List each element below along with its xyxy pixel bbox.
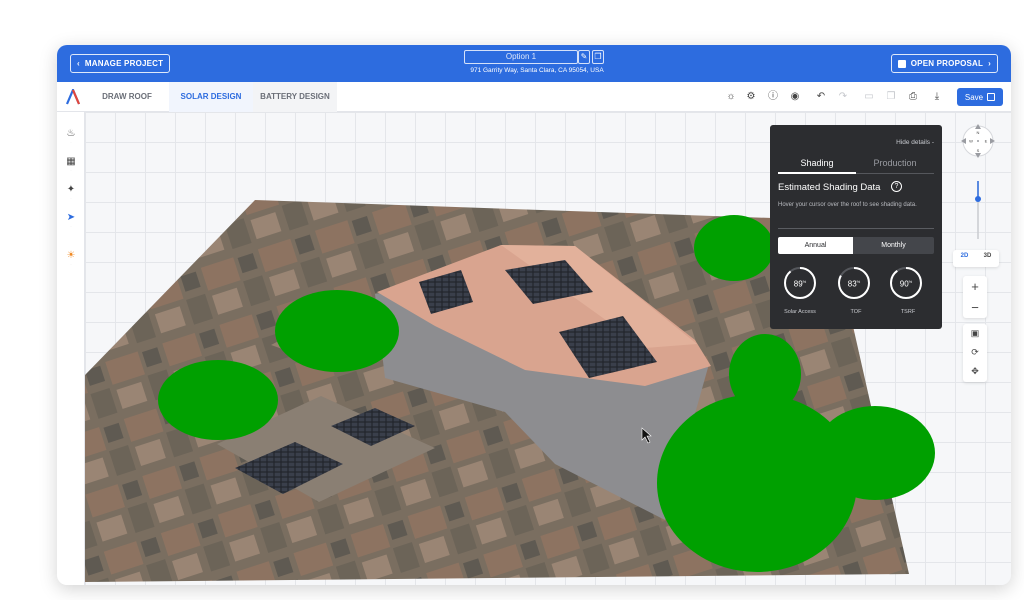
compass-n: N — [977, 130, 980, 135]
zoom-controls: + − — [963, 276, 987, 318]
delete-icon[interactable]: ▭ — [861, 89, 877, 105]
tree-obstruction[interactable] — [694, 215, 774, 281]
tilt-slider[interactable] — [969, 179, 987, 241]
sidebar-sublabel: · — [70, 196, 72, 200]
redo-icon[interactable]: ↷ — [835, 89, 851, 105]
sidebar-item-layout[interactable]: ▦ · — [57, 156, 85, 172]
zoom-out-icon[interactable]: − — [963, 297, 987, 318]
divider — [778, 228, 934, 229]
chevron-left-icon: ‹ — [77, 59, 80, 68]
compass-w: W — [969, 139, 973, 144]
top-bar: ‹ MANAGE PROJECT Option 1 ✎ ❐ 971 Garrit… — [57, 45, 1011, 82]
app-window: ‹ MANAGE PROJECT Option 1 ✎ ❐ 971 Garrit… — [57, 45, 1011, 585]
slider-handle[interactable] — [975, 196, 981, 202]
save-label: Save — [964, 92, 984, 102]
duplicate-icon[interactable]: ❐ — [883, 89, 899, 105]
view-3d-button[interactable]: 3D — [976, 250, 999, 267]
gauge-number: 90 — [899, 279, 909, 289]
gauge-unit: % — [908, 279, 913, 284]
tab-production[interactable]: Production — [856, 158, 934, 168]
app-logo — [65, 89, 81, 105]
cursor-icon: ➤ — [66, 212, 76, 223]
shading-panel: Hide details - Shading Production Estima… — [770, 125, 942, 329]
gauge-number: 89 — [793, 279, 803, 289]
settings-icon[interactable]: ⚙ — [743, 89, 759, 105]
copy-icon[interactable]: ❐ — [592, 50, 604, 64]
proposal-icon — [897, 59, 906, 68]
tab-solar-design[interactable]: SOLAR DESIGN — [169, 82, 253, 112]
active-tab-indicator — [778, 172, 856, 174]
shading-gauge: 83% — [837, 266, 871, 300]
zoom-in-icon[interactable]: + — [963, 276, 987, 297]
compass-widget[interactable]: N S W E — [960, 123, 996, 159]
tab-draw-roof[interactable]: DRAW ROOF — [85, 82, 169, 112]
sidebar-sublabel: · — [70, 140, 72, 144]
grid-icon: ▦ — [66, 156, 76, 167]
eye-icon[interactable]: ◉ — [787, 89, 803, 105]
open-proposal-label: OPEN PROPOSAL — [910, 59, 984, 68]
gauge-value: 90% — [889, 279, 923, 289]
monthly-toggle[interactable]: Monthly — [853, 237, 934, 254]
gauge-unit: % — [802, 279, 807, 284]
fit-view-icon[interactable]: ▣ — [963, 324, 987, 343]
sidebar-item-fire[interactable]: ♨ · — [57, 128, 85, 144]
annual-toggle[interactable]: Annual — [778, 237, 853, 254]
shading-title: Estimated Shading Data — [778, 182, 881, 193]
tree-obstruction[interactable] — [158, 360, 278, 440]
view-tools: ▣ ⟳ ✥ — [963, 324, 987, 382]
hover-hint: Hover your cursor over the roof to see s… — [778, 202, 917, 208]
print-icon[interactable]: ⎙ — [905, 89, 921, 105]
help-icon[interactable]: ⓘ — [765, 89, 781, 105]
tree-obstruction[interactable] — [657, 394, 857, 572]
tab-battery-design[interactable]: BATTERY DESIGN — [253, 82, 337, 112]
tab-divider — [856, 173, 934, 174]
tab-shading[interactable]: Shading — [778, 158, 856, 168]
sidebar-item-sun[interactable]: ☀ · — [57, 250, 85, 266]
option-name-field[interactable]: Option 1 — [464, 50, 578, 64]
shading-gauge: 90% — [889, 266, 923, 300]
download-icon[interactable]: ⤓ — [929, 89, 945, 105]
tab-bar: DRAW ROOF SOLAR DESIGN BATTERY DESIGN ☼ … — [57, 82, 1011, 112]
shading-gauge: 89% — [783, 266, 817, 300]
sidebar-item-magic[interactable]: ✦ · — [57, 184, 85, 200]
hide-details-link[interactable]: Hide details - — [896, 139, 934, 146]
gauge-value: 89% — [783, 279, 817, 289]
rotate-icon[interactable]: ⟳ — [963, 343, 987, 362]
gauge-label: TSRF — [900, 309, 916, 315]
manage-project-label: MANAGE PROJECT — [84, 59, 164, 68]
project-address: 971 Garrity Way, Santa Clara, CA 95054, … — [470, 67, 604, 74]
compass-e: E — [985, 139, 988, 144]
sidebar-sublabel: · — [70, 224, 72, 228]
gauge-number: 83 — [847, 279, 857, 289]
view-mode-toggle: 2D 3D — [953, 250, 999, 267]
undo-icon[interactable]: ↶ — [813, 89, 829, 105]
gauge-unit: % — [856, 279, 861, 284]
open-proposal-button[interactable]: OPEN PROPOSAL › — [890, 54, 998, 73]
gauge-label: TOF — [850, 309, 862, 315]
sun-icon: ☀ — [66, 250, 76, 261]
chevron-right-icon: › — [988, 59, 991, 68]
view-2d-button[interactable]: 2D — [953, 250, 976, 267]
floppy-icon — [987, 93, 996, 101]
question-icon[interactable]: ? — [891, 181, 902, 192]
manage-project-button[interactable]: ‹ MANAGE PROJECT — [70, 54, 171, 73]
gauge-value: 83% — [837, 279, 871, 289]
gauge-label: Solar Access — [784, 309, 816, 315]
sidebar-sublabel: · — [70, 168, 72, 172]
sun-path-icon[interactable]: ☼ — [723, 89, 739, 105]
magic-wand-icon: ✦ — [66, 184, 76, 195]
edit-icon[interactable]: ✎ — [578, 50, 590, 64]
flame-icon: ♨ — [66, 128, 76, 139]
save-button[interactable]: Save — [957, 88, 1003, 106]
tree-obstruction[interactable] — [275, 290, 399, 372]
sidebar-sublabel: · — [70, 262, 72, 266]
sidebar-item-select[interactable]: ➤ · — [57, 212, 85, 228]
compass-s: S — [977, 148, 980, 153]
left-sidebar: ♨ · ▦ · ✦ · ➤ · ☀ · — [57, 112, 85, 585]
pan-icon[interactable]: ✥ — [963, 362, 987, 381]
